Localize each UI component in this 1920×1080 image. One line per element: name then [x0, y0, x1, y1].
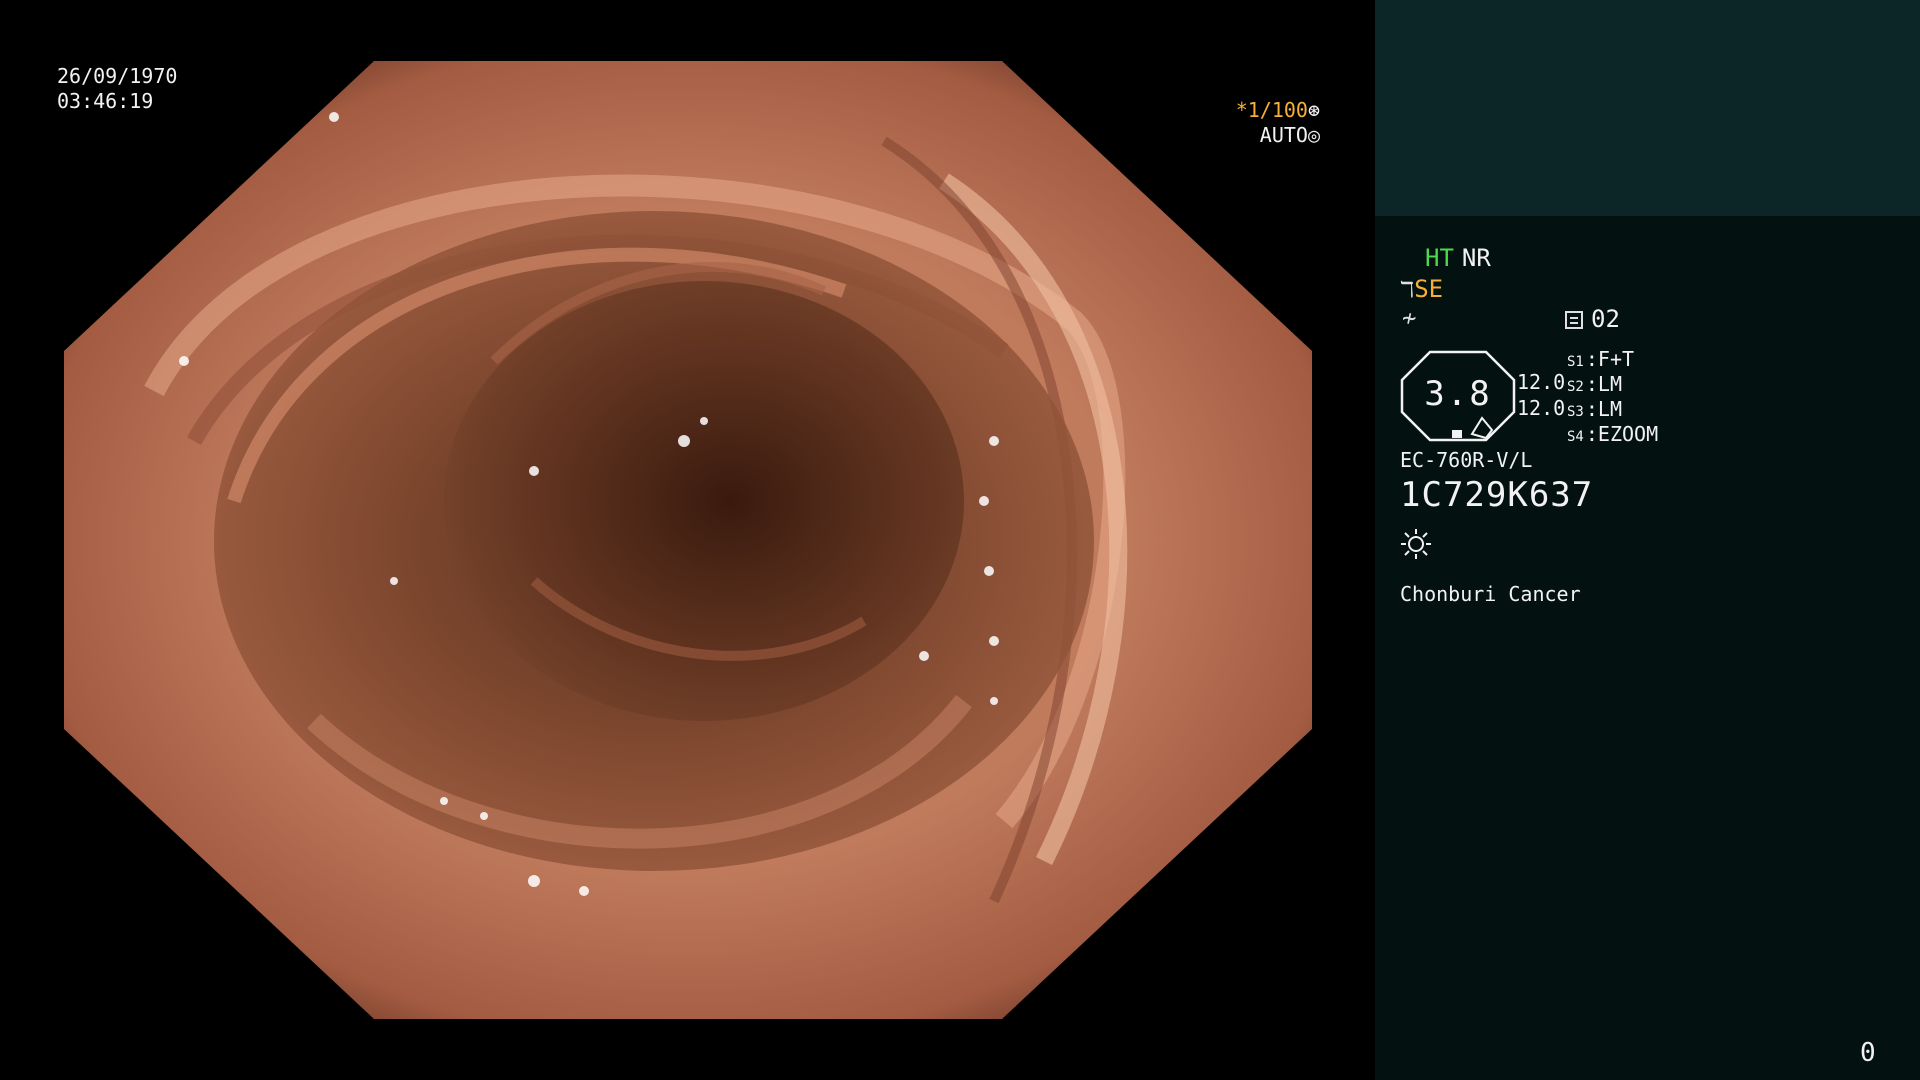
structure-enhance-icon: ℸ: [1400, 278, 1415, 303]
light-source-icon: [1400, 528, 1432, 560]
gauge-bottom-value: 12.0: [1517, 396, 1566, 420]
patient-info-box: [1375, 0, 1920, 216]
exposure-display: *1/100⊛ AUTO◎: [1220, 98, 1320, 148]
counter-label: 0: [1860, 1038, 1876, 1068]
institution-label: Chonburi Cancer: [1400, 582, 1581, 606]
switch-key: S4: [1567, 429, 1584, 445]
structure-enhance-row: ℸSE: [1400, 275, 1443, 303]
datetime-display: 26/09/1970 03:46:19: [57, 64, 177, 114]
switch-row: S1:F+T: [1567, 347, 1635, 371]
shutter-icon: ⊛: [1307, 98, 1320, 122]
freeze-icon: ≁: [1402, 304, 1417, 332]
brightness-gauge: 3.8: [1400, 350, 1516, 442]
switch-value: F+T: [1597, 347, 1635, 371]
processing-mode-row: HT NR: [1425, 244, 1491, 272]
memory-label: 02: [1591, 305, 1620, 333]
scope-model-label: EC-760R-V/L: [1400, 448, 1533, 472]
switch-value: EZOOM: [1597, 422, 1659, 446]
endoscopic-image: [64, 61, 1312, 1019]
date-label: 26/09/1970: [57, 64, 178, 88]
switch-row: S2:LM: [1567, 372, 1622, 396]
se-label: SE: [1414, 275, 1444, 303]
switch-value: LM: [1597, 372, 1622, 396]
iris-mode-label: AUTO: [1259, 123, 1308, 147]
nr-mode-label: NR: [1461, 244, 1491, 272]
info-panel: HT NR ℸSE ≁ 02 3.8 12.0 12.0 S1:F+T S2:LM…: [1375, 0, 1920, 1080]
iris-icon: ◎: [1307, 123, 1320, 147]
colon-lumen-image: [64, 61, 1312, 1019]
switch-value: LM: [1597, 397, 1622, 421]
ht-mode-label: HT: [1425, 244, 1454, 272]
gauge-top-value: 12.0: [1517, 370, 1566, 394]
switch-key: S3: [1567, 404, 1584, 420]
time-label: 03:46:19: [57, 89, 154, 113]
switch-row: S3:LM: [1567, 397, 1622, 421]
switch-key: S2: [1567, 379, 1584, 395]
switch-key: S1: [1567, 354, 1584, 370]
switch-row: S4:EZOOM: [1567, 422, 1659, 446]
scope-serial-label: 1C729K637: [1400, 475, 1594, 515]
gauge-value: 3.8: [1424, 374, 1492, 414]
endoscopy-monitor: 26/09/1970 03:46:19 *1/100⊛ AUTO◎ HT NR ℸ…: [0, 0, 1920, 1080]
memory-icon: [1565, 311, 1583, 329]
memory-row: 02: [1565, 305, 1620, 333]
shutter-speed-label: *1/100: [1235, 98, 1308, 122]
